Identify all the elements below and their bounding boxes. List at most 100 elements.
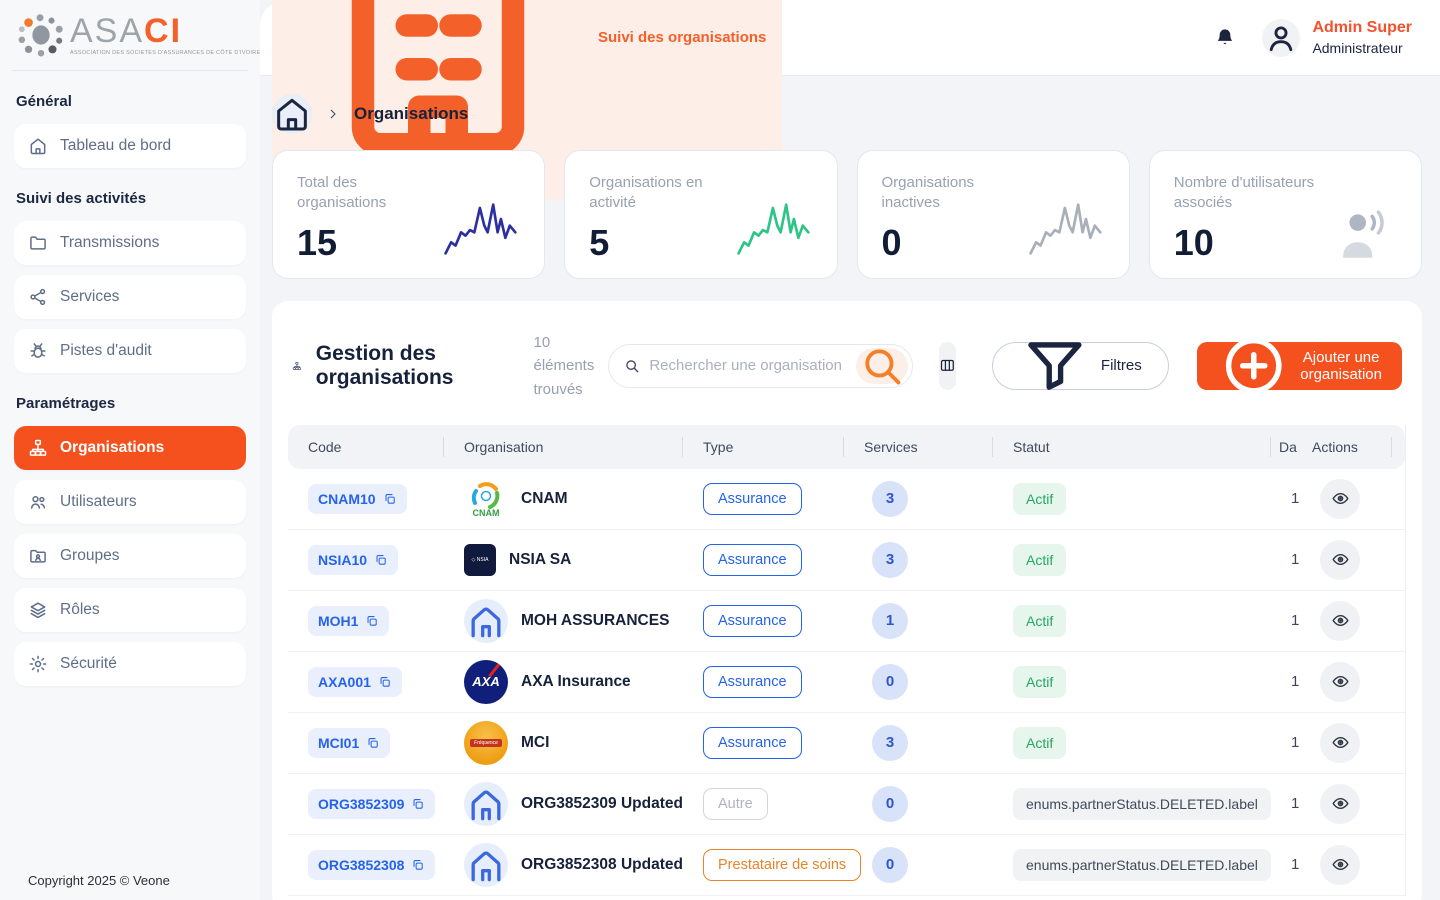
- type-badge: Autre: [703, 788, 768, 820]
- services-count-badge: 3: [872, 725, 908, 761]
- sidebar-item-organisations[interactable]: Organisations: [14, 426, 246, 470]
- sidebar-item-label: Sécurité: [60, 655, 117, 673]
- org-code-badge[interactable]: ORG3852308: [308, 850, 435, 880]
- stats-row: Total des organisations 15 Organisations e…: [272, 150, 1422, 279]
- sidebar-item-transmissions[interactable]: Transmissions: [14, 221, 246, 265]
- date-cell-clipped: 16: [1291, 795, 1300, 812]
- status-badge: Actif: [1013, 605, 1066, 637]
- add-organisation-button[interactable]: Ajouter une organisation: [1197, 342, 1402, 390]
- org-code-badge[interactable]: AXA001: [308, 667, 402, 697]
- sidebar-item-label: Groupes: [60, 547, 119, 565]
- sidebar-item-s-curit-[interactable]: Sécurité: [14, 642, 246, 686]
- organisations-card: Gestion des organisations 10 éléments tr…: [272, 301, 1422, 900]
- column-header-statut: Statut: [993, 425, 1271, 469]
- app-root: ASACI ASSOCIATION DES SOCIETES D'ASSURAN…: [0, 0, 1440, 900]
- services-count-badge: 1: [872, 603, 908, 639]
- view-details-button[interactable]: [1320, 845, 1360, 885]
- type-badge: Assurance: [703, 483, 802, 515]
- main-area: Suivi des organisations Admin Super Admi…: [260, 0, 1440, 900]
- stat-value: 15: [297, 222, 442, 264]
- search-submit-button[interactable]: [856, 348, 908, 384]
- bug-icon: [28, 341, 48, 361]
- sidebar-item-label: Services: [60, 288, 119, 306]
- folder-user-icon: [28, 546, 48, 566]
- services-count-badge: 0: [872, 786, 908, 822]
- columns-toggle-button[interactable]: [939, 342, 956, 390]
- status-badge: Actif: [1013, 483, 1066, 515]
- filters-button[interactable]: Filtres: [992, 342, 1169, 390]
- stat-card-0: Total des organisations 15: [272, 150, 545, 279]
- column-header-code: Code: [288, 425, 444, 469]
- org-name: MOH ASSURANCES: [521, 612, 669, 630]
- asaci-logo: ASACI ASSOCIATION DES SOCIETES D'ASSURAN…: [16, 12, 260, 58]
- sitemap-icon: [292, 352, 302, 380]
- copy-icon[interactable]: [378, 675, 392, 689]
- copy-icon[interactable]: [411, 797, 425, 811]
- sidebar-item-pistes-d-audit[interactable]: Pistes d'audit: [14, 329, 246, 373]
- status-badge: enums.partnerStatus.DELETED.label: [1013, 849, 1271, 881]
- org-code-badge[interactable]: MCI01: [308, 728, 390, 758]
- date-cell-clipped: 16: [1291, 734, 1300, 751]
- sidebar-item-tableau-de-bord[interactable]: Tableau de bord: [14, 124, 246, 168]
- breadcrumb-current: Organisations: [354, 104, 468, 124]
- view-details-button[interactable]: [1320, 540, 1360, 580]
- stat-label: Total des organisations: [297, 173, 442, 214]
- notifications-bell-icon[interactable]: [1214, 27, 1236, 49]
- brand-tagline: ASSOCIATION DES SOCIETES D'ASSURANCES DE…: [70, 50, 260, 56]
- sidebar-item-groupes[interactable]: Groupes: [14, 534, 246, 578]
- sidebar-item-label: Transmissions: [60, 234, 159, 252]
- copy-icon[interactable]: [366, 736, 380, 750]
- copy-icon[interactable]: [365, 614, 379, 628]
- asaci-logo-mark: [16, 12, 66, 58]
- users-icon: [28, 492, 48, 512]
- org-code-badge[interactable]: NSIA10: [308, 545, 398, 575]
- topbar: Suivi des organisations Admin Super Admi…: [260, 0, 1440, 76]
- stat-value: 10: [1174, 222, 1324, 264]
- copy-icon[interactable]: [374, 553, 388, 567]
- breadcrumb-home-button[interactable]: [272, 94, 312, 134]
- org-code-badge[interactable]: MOH1: [308, 606, 389, 636]
- view-details-button[interactable]: [1320, 601, 1360, 641]
- copy-icon[interactable]: [411, 858, 425, 872]
- chevron-right-icon: [326, 107, 340, 121]
- search-input[interactable]: [649, 357, 848, 374]
- table-row: MOH1MOH ASSURANCESAssurance1Actif18: [288, 591, 1405, 652]
- stat-value: 5: [589, 222, 734, 264]
- column-header-actions: Actions: [1300, 425, 1392, 469]
- org-code-badge[interactable]: ORG3852309: [308, 789, 435, 819]
- card-title: Gestion des organisations: [316, 342, 454, 390]
- svg-text:CNAM: CNAM: [473, 508, 500, 518]
- org-name: NSIA SA: [509, 551, 571, 569]
- search-box: [608, 344, 913, 388]
- sidebar-item-services[interactable]: Services: [14, 275, 246, 319]
- sidebar-section-heading: Général: [16, 93, 244, 110]
- eye-icon: [1331, 611, 1350, 630]
- home-icon: [28, 136, 48, 156]
- org-name: AXA Insurance: [521, 673, 631, 691]
- view-details-button[interactable]: [1320, 479, 1360, 519]
- stat-label: Organisations en activité: [589, 173, 734, 214]
- org-name: MCI: [521, 734, 549, 752]
- org-code-badge[interactable]: CNAM10: [308, 484, 407, 514]
- search-icon: [856, 340, 908, 392]
- sidebar-item-r-les[interactable]: Rôles: [14, 588, 246, 632]
- user-block[interactable]: Admin Super Administrateur: [1312, 18, 1412, 57]
- copy-icon[interactable]: [383, 492, 397, 506]
- column-header-services: Services: [844, 425, 993, 469]
- view-details-button[interactable]: [1320, 662, 1360, 702]
- avatar[interactable]: [1262, 19, 1300, 57]
- org-logo-building-icon: [464, 782, 508, 826]
- sitemap-icon: [28, 438, 48, 458]
- eye-icon: [1331, 550, 1350, 569]
- search-icon: [623, 357, 641, 375]
- table-row: AXA001AXAAXA InsuranceAssurance0Actif18: [288, 652, 1405, 713]
- services-count-badge: 3: [872, 481, 908, 517]
- view-details-button[interactable]: [1320, 723, 1360, 763]
- sidebar-divider: [12, 70, 248, 71]
- content: Organisations Total des organisations15O…: [260, 76, 1440, 900]
- eye-icon: [1331, 489, 1350, 508]
- status-badge: Actif: [1013, 544, 1066, 576]
- view-details-button[interactable]: [1320, 784, 1360, 824]
- columns-icon: [939, 357, 956, 374]
- sidebar-item-utilisateurs[interactable]: Utilisateurs: [14, 480, 246, 524]
